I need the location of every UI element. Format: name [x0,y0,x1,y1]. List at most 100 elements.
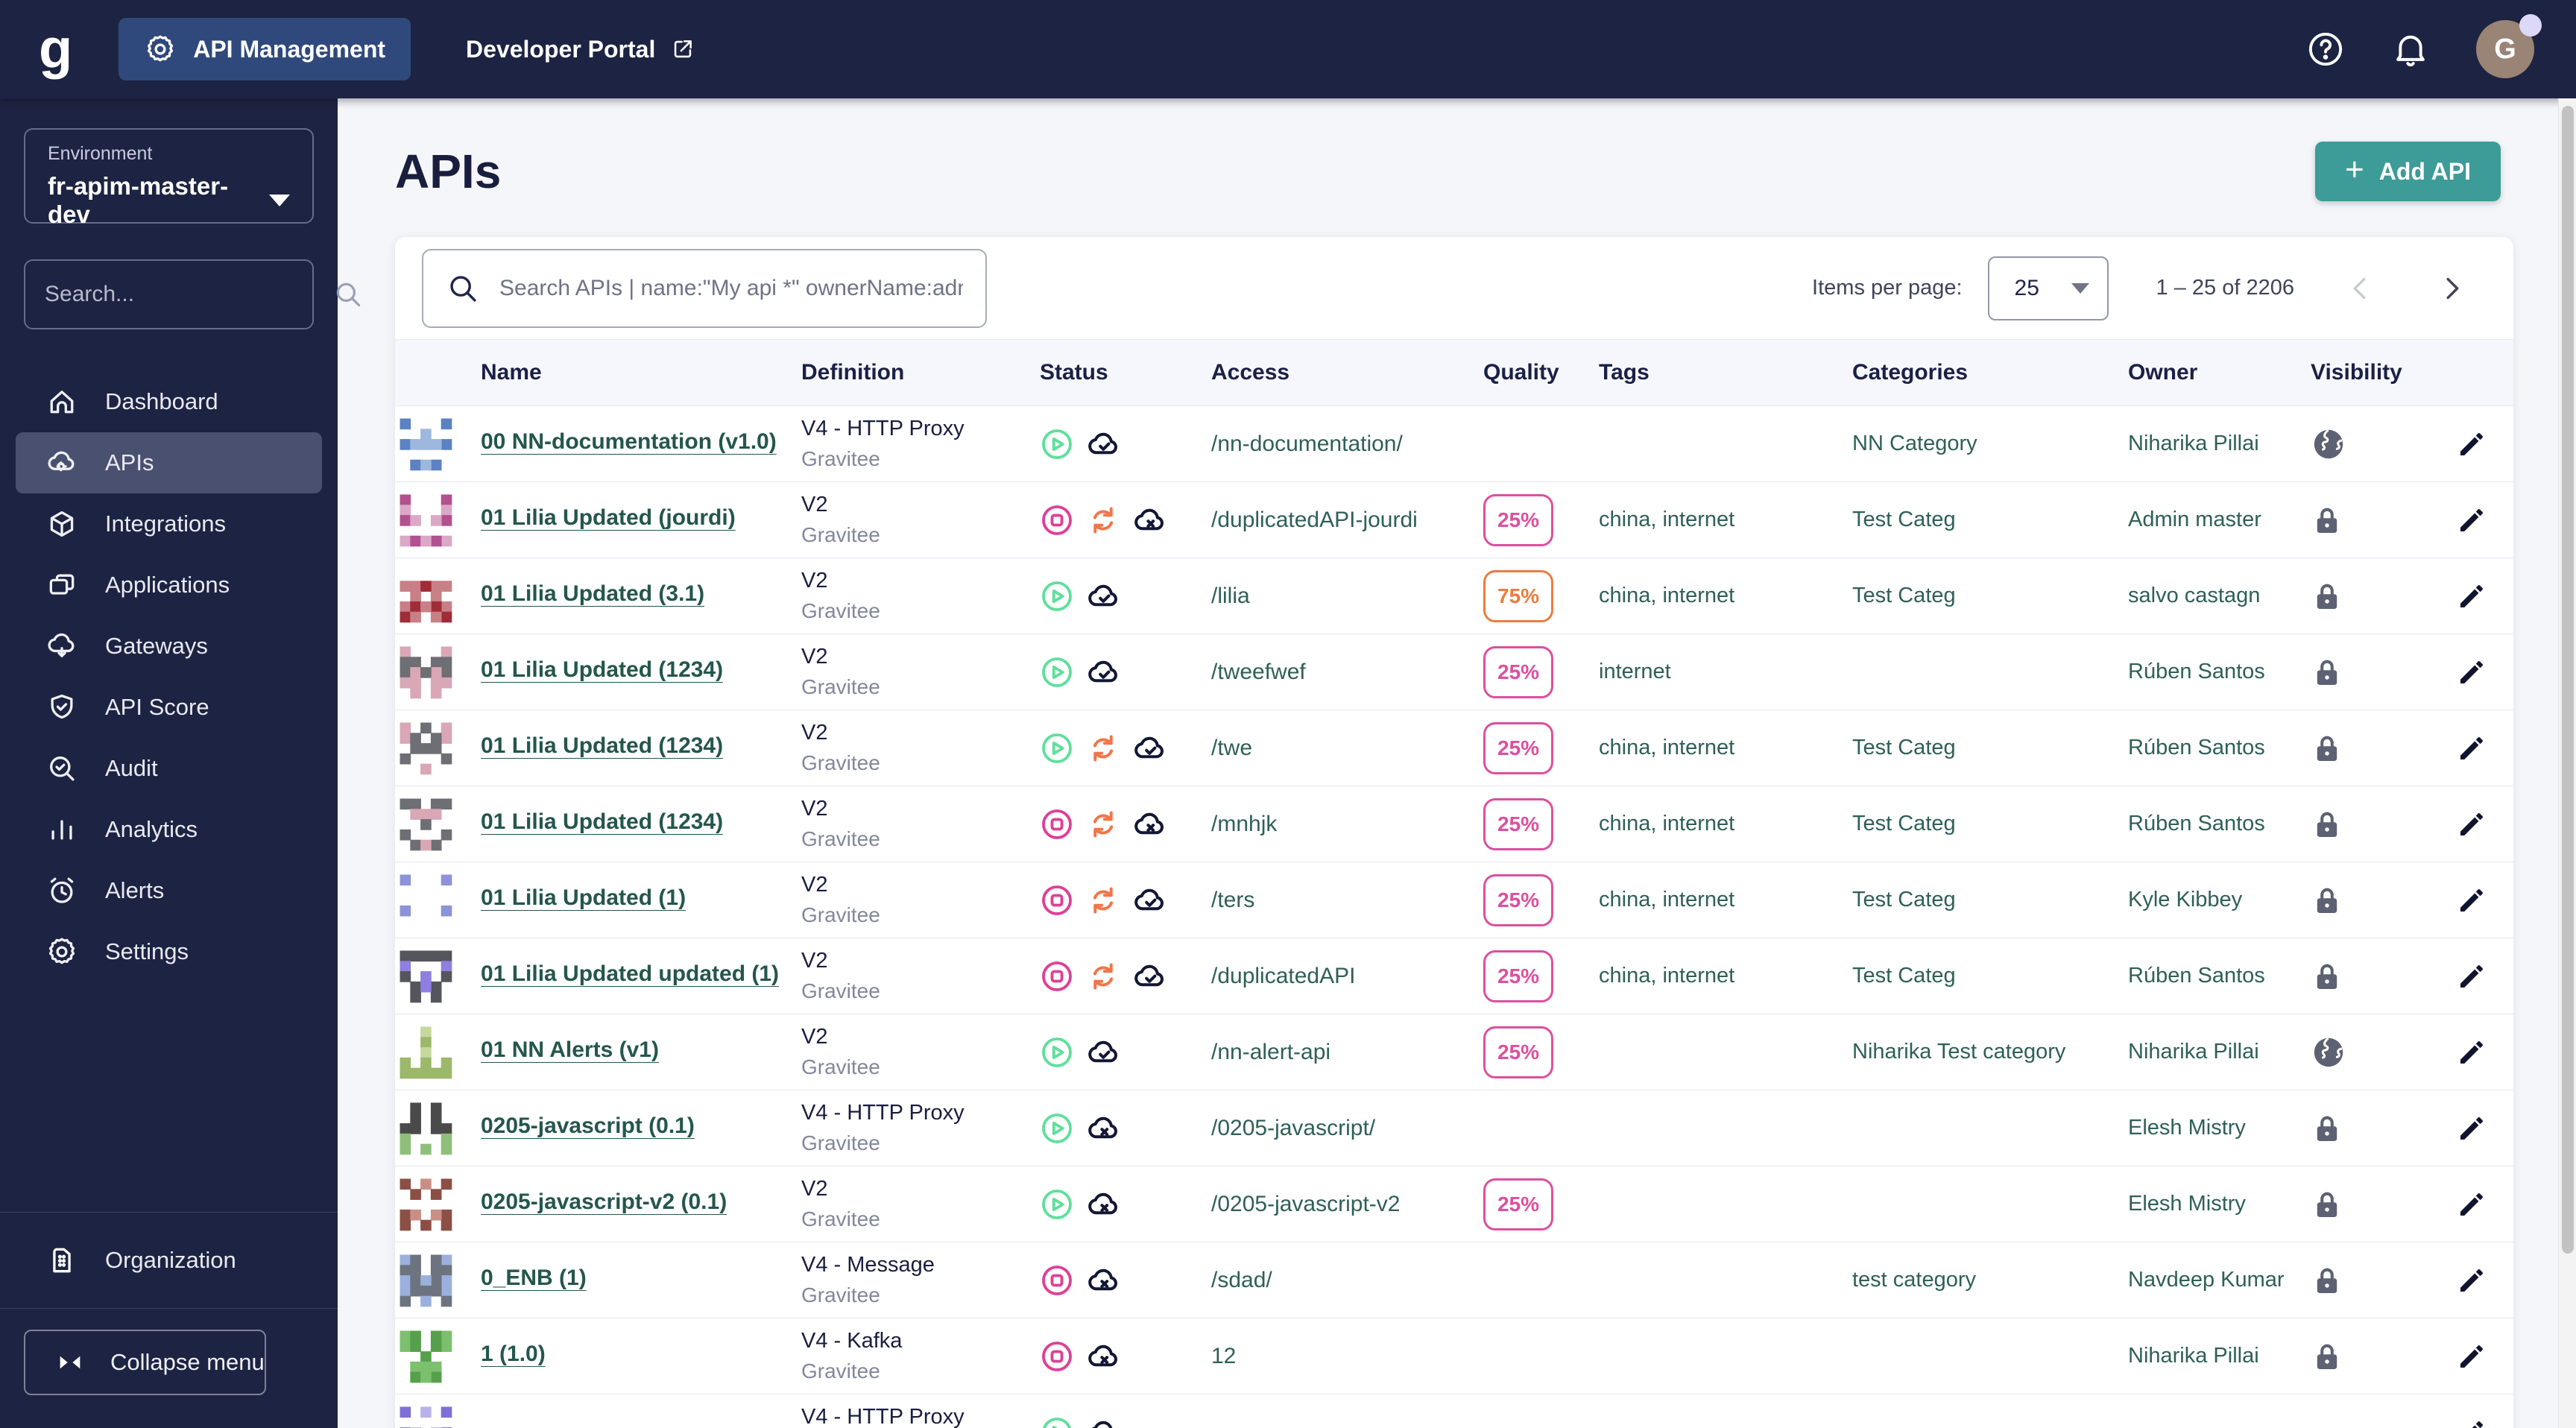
api-name-link[interactable]: 01 Lilia Updated (1234) [481,657,723,683]
status-stopped-icon [1040,1263,1074,1298]
sidebar-item-applications[interactable]: Applications [16,555,322,616]
pencil-icon [2456,505,2487,536]
sidebar-item-apis[interactable]: APIs [16,432,322,493]
api-name-link[interactable]: 0205-javascript (0.1) [481,1113,695,1139]
next-page-button[interactable] [2427,264,2476,313]
edit-api-button[interactable] [2456,1417,2487,1428]
access-path: /nn-alert-api [1211,1039,1331,1064]
sidebar-item-dashboard[interactable]: Dashboard [16,371,322,432]
collapse-menu-button[interactable]: Collapse menu [24,1330,266,1395]
api-name-link[interactable]: 01 Lilia Updated (1234) [481,733,723,759]
api-avatar [396,414,455,474]
topbar-actions: G [2306,14,2542,78]
sidebar-search-input[interactable] [45,282,332,307]
api-management-label: API Management [193,35,386,63]
table-row: 01 Lilia Updated (1234) V2 Gravitee /twe… [395,710,2513,786]
developer-portal-label: Developer Portal [466,35,656,63]
api-search-input[interactable] [499,275,963,301]
sidebar-item-api-score[interactable]: API Score [16,677,322,738]
status-deployment-not-synced-icon [1086,1187,1122,1222]
definition-vendor: Gravitee [801,979,880,1002]
api-name-link[interactable]: 00 NN-documentation (v1.0) [481,429,777,455]
chevron-left-icon [2343,271,2378,306]
sidebar-item-analytics[interactable]: Analytics [16,799,322,860]
status-started-icon [1040,655,1074,689]
api-name-link[interactable]: 01 Lilia Updated (1) [481,885,686,911]
edit-api-button[interactable] [2456,505,2487,536]
items-per-page-select[interactable]: 25 [1987,256,2109,320]
api-name-link[interactable]: 01 NN Alerts (v1) [481,1037,659,1063]
edit-api-button[interactable] [2456,1341,2487,1372]
sidebar-divider [0,1308,338,1309]
edit-api-button[interactable] [2456,657,2487,688]
definition-version: V2 [801,1025,828,1049]
edit-api-button[interactable] [2456,1265,2487,1296]
api-name-link[interactable]: 01 Lilia Updated (1234) [481,809,723,835]
edit-api-button[interactable] [2456,1113,2487,1144]
definition-vendor: Gravitee [801,1055,880,1078]
alarm-icon [45,874,78,907]
owner-cell: Admin master [2128,508,2261,531]
quality-badge: 75% [1483,569,1554,622]
edit-api-button[interactable] [2456,961,2487,992]
edit-api-button[interactable] [2456,885,2487,916]
edit-api-button[interactable] [2456,429,2487,460]
edit-api-button[interactable] [2456,1037,2487,1068]
api-avatar [396,946,455,1006]
edit-api-button[interactable] [2456,809,2487,840]
column-header-tags: Tags [1599,360,1650,385]
collapse-icon [55,1348,85,1377]
items-per-page-value: 25 [2014,275,2039,300]
sidebar-item-organization[interactable]: Organization [0,1213,338,1308]
table-row: 0205-javascript-v2 (0.1) V2 Gravitee /02… [395,1166,2513,1242]
cube-icon [45,508,78,540]
visibility-private-lock-icon [2311,884,2430,917]
status-cell [1040,958,1211,994]
edit-api-button[interactable] [2456,581,2487,612]
visibility-private-lock-icon [2311,732,2430,765]
definition-version: V4 - Message [801,1253,935,1277]
bar-chart-icon [45,813,78,846]
sidebar-item-integrations[interactable]: Integrations [16,493,322,555]
api-name-link[interactable]: 01 Lilia Updated (jourdi) [481,505,736,531]
pencil-icon [2456,1113,2487,1144]
status-deployment-not-synced-icon [1132,502,1168,538]
owner-cell: Niharika Pillai [2128,1040,2259,1064]
owner-cell: salvo castagn [2128,584,2261,607]
status-started-icon [1040,1415,1074,1428]
visibility-public-globe-icon [2311,1034,2430,1070]
categories-cell: Test Categ [1852,508,1956,531]
notifications-bell-icon[interactable] [2391,30,2430,69]
api-management-button[interactable]: API Management [119,18,411,80]
sidebar-item-gateways[interactable]: Gateways [16,616,322,677]
definition-vendor: Gravitee [801,523,880,546]
sidebar-item-alerts[interactable]: Alerts [16,860,322,921]
add-api-button[interactable]: + Add API [2315,142,2501,201]
scrollbar-thumb[interactable] [2562,106,2574,1254]
status-deployment-not-synced-icon [1086,1263,1122,1298]
sidebar-item-settings[interactable]: Settings [16,921,322,982]
owner-cell: Kyle Kibbey [2128,888,2243,912]
api-avatar [396,1022,455,1082]
definition-vendor: Gravitee [801,751,880,774]
api-name-link[interactable]: 0_ENB (1) [481,1266,587,1291]
api-name-link[interactable]: 0205-javascript-v2 (0.1) [481,1190,727,1215]
sidebar-item-audit[interactable]: Audit [16,738,322,799]
developer-portal-link[interactable]: Developer Portal [466,36,695,63]
user-avatar[interactable]: G [2476,14,2542,78]
edit-api-button[interactable] [2456,1189,2487,1220]
api-avatar [396,1098,455,1158]
api-name-link[interactable]: 01 Lilia Updated updated (1) [481,961,779,987]
definition-version: V2 [801,645,828,669]
api-name-link[interactable]: 01 Lilia Updated (3.1) [481,581,704,607]
items-per-page-label: Items per page: [1812,276,1963,300]
status-out-of-sync-icon [1086,883,1120,917]
api-name-link[interactable]: 1 (1.0) [481,1342,546,1367]
help-icon[interactable] [2306,30,2345,69]
owner-cell: Niharika Pillai [2128,432,2259,455]
gear-icon [45,935,78,968]
definition-version: V2 [801,1177,828,1201]
previous-page-button[interactable] [2336,264,2385,313]
edit-api-button[interactable] [2456,733,2487,764]
environment-select[interactable]: Environment fr-apim-master-dev [24,128,314,228]
